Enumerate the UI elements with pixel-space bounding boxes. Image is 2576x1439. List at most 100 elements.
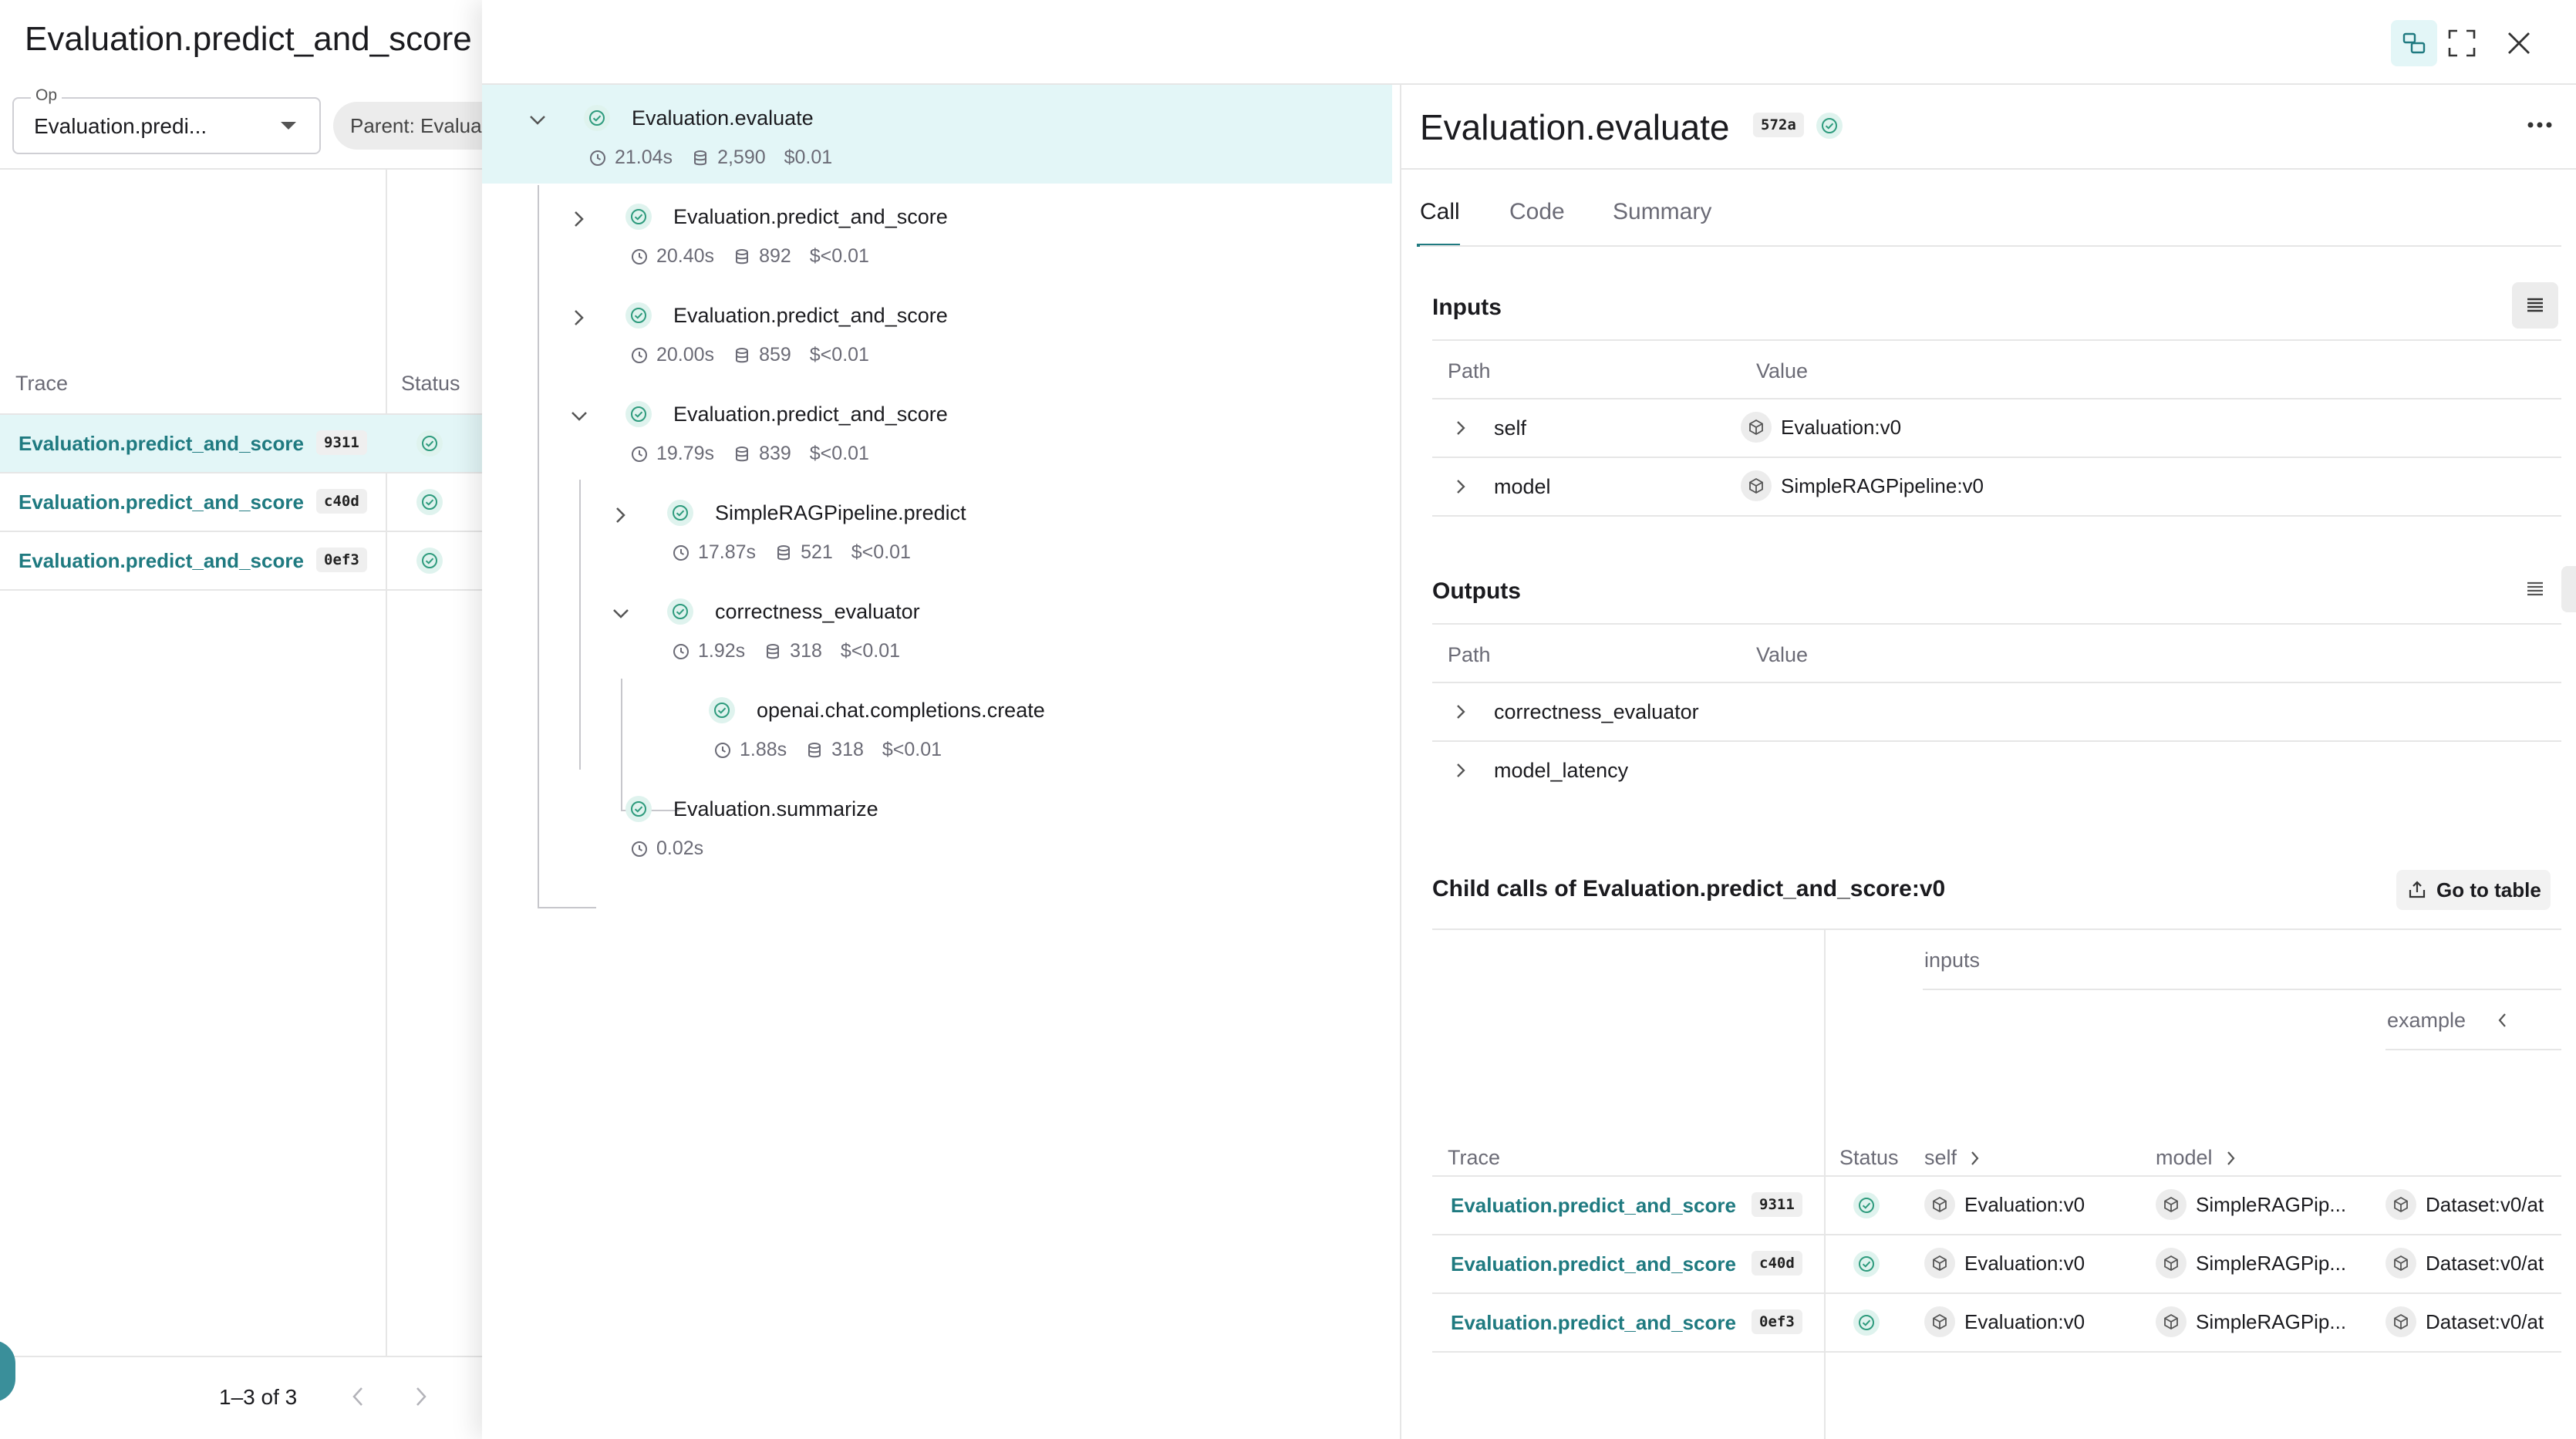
self-cell[interactable]: Evaluation:v0 xyxy=(1924,1306,2085,1337)
model-column-header[interactable]: model xyxy=(2156,1146,2239,1170)
model-cell[interactable]: SimpleRAGPip... xyxy=(2156,1306,2346,1337)
tree-node[interactable]: Evaluation.summarize 0.02s xyxy=(482,776,1392,875)
table-row[interactable]: Evaluation.predict_and_score 0ef3 Evalua… xyxy=(1432,1294,2561,1351)
success-icon xyxy=(416,489,443,515)
path-self: self xyxy=(1494,416,1527,440)
self-column-label: self xyxy=(1924,1146,1957,1169)
table-row[interactable]: Evaluation.predict_and_score 0ef3 xyxy=(0,532,482,589)
floating-action-button[interactable] xyxy=(0,1340,15,1402)
table-row[interactable]: Evaluation.predict_and_score c40d xyxy=(0,473,482,531)
success-icon xyxy=(625,796,652,822)
object-icon xyxy=(1924,1248,1955,1279)
latency: 0.02s xyxy=(656,837,704,859)
output-row[interactable]: correctness_evaluator xyxy=(1432,683,2561,740)
self-column-header[interactable]: self xyxy=(1924,1146,1983,1170)
chevron-right-icon[interactable] xyxy=(609,503,633,527)
success-icon xyxy=(584,105,610,131)
trace-column-header[interactable]: Trace xyxy=(15,372,68,396)
cost: $<0.01 xyxy=(809,344,869,366)
list-view-icon[interactable] xyxy=(2512,566,2558,612)
chevron-right-icon[interactable] xyxy=(2224,1148,2239,1168)
example-cell[interactable]: Dataset:v0/at xyxy=(2385,1248,2544,1279)
chevron-down-icon[interactable] xyxy=(525,108,550,133)
input-row-self[interactable]: self Evaluation:v0 xyxy=(1432,399,2561,457)
self-cell[interactable]: Evaluation:v0 xyxy=(1924,1248,2085,1279)
model-value: SimpleRAGPip... xyxy=(2196,1192,2347,1216)
chevron-right-icon[interactable] xyxy=(567,305,592,330)
input-row-model[interactable]: model SimpleRAGPipeline:v0 xyxy=(1432,458,2561,515)
example-cell[interactable]: Dataset:v0/at xyxy=(2385,1189,2544,1220)
table-row[interactable]: Evaluation.predict_and_score 9311 xyxy=(0,415,482,472)
chevron-down-icon[interactable] xyxy=(567,404,592,429)
token-count: 521 xyxy=(801,541,833,563)
table-row[interactable]: Evaluation.predict_and_score 9311 Evalua… xyxy=(1432,1177,2561,1234)
chevron-right-icon[interactable] xyxy=(1967,1148,1983,1168)
fullscreen-icon[interactable] xyxy=(2445,26,2479,60)
tree-node[interactable]: Evaluation.evaluate 21.04s 2,590 $0.01 xyxy=(482,85,1392,184)
chevron-right-icon[interactable] xyxy=(567,207,592,231)
self-cell[interactable]: Evaluation:v0 xyxy=(1924,1189,2085,1220)
tree-node[interactable]: SimpleRAGPipeline.predict 17.87s 521 $<0… xyxy=(482,480,1392,578)
trace-column-header[interactable]: Trace xyxy=(1448,1146,1500,1170)
example-group-header[interactable]: example xyxy=(2387,1009,2466,1033)
op-select[interactable]: Op Evaluation.predi... xyxy=(12,86,321,154)
tree-node[interactable]: Evaluation.predict_and_score 19.79s 839 … xyxy=(482,381,1392,480)
list-view-icon[interactable] xyxy=(2512,282,2558,329)
output-row[interactable]: model_latency xyxy=(1432,742,2561,799)
table-row[interactable]: Evaluation.predict_and_score c40d Evalua… xyxy=(1432,1235,2561,1292)
self-value: Evaluation:v0 xyxy=(1964,1251,2085,1275)
clock-icon xyxy=(672,544,690,562)
prev-page-icon[interactable] xyxy=(349,1385,369,1408)
row-divider xyxy=(1432,1351,2561,1353)
parent-filter-chip-label: Parent: Evalua xyxy=(350,114,482,137)
expand-rows-icon[interactable] xyxy=(2561,282,2576,329)
trace-link[interactable]: Evaluation.predict_and_score xyxy=(19,490,304,514)
self-value: Evaluation:v0 xyxy=(1964,1309,2085,1333)
child-table-top xyxy=(1432,928,2561,930)
model-cell[interactable]: SimpleRAGPip... xyxy=(2156,1189,2346,1220)
tab-call[interactable]: Call xyxy=(1420,199,1460,225)
token-count: 839 xyxy=(759,443,791,464)
toolbar xyxy=(482,0,2576,83)
chevron-right-icon[interactable] xyxy=(1449,759,1472,782)
example-value: Dataset:v0/at xyxy=(2426,1251,2544,1275)
node-metrics: 17.87s 521 $<0.01 xyxy=(672,541,922,564)
chevron-right-icon[interactable] xyxy=(1449,475,1472,498)
path-model: model xyxy=(1494,475,1551,498)
model-cell[interactable]: SimpleRAGPip... xyxy=(2156,1248,2346,1279)
chevron-right-icon[interactable] xyxy=(1449,416,1472,440)
chevron-left-icon[interactable] xyxy=(2493,1009,2512,1032)
close-icon[interactable] xyxy=(2502,26,2536,60)
next-page-icon[interactable] xyxy=(410,1385,430,1408)
chevron-down-icon xyxy=(279,120,298,131)
tree-node[interactable]: Evaluation.predict_and_score 20.00s 859 … xyxy=(482,282,1392,381)
status-column-header[interactable]: Status xyxy=(401,372,460,396)
success-icon xyxy=(667,598,693,625)
tree-node[interactable]: correctness_evaluator 1.92s 318 $<0.01 xyxy=(482,578,1392,677)
example-cell[interactable]: Dataset:v0/at xyxy=(2385,1306,2544,1337)
expand-rows-icon[interactable] xyxy=(2561,566,2576,612)
tab-summary[interactable]: Summary xyxy=(1613,199,1711,225)
trace-link[interactable]: Evaluation.predict_and_score xyxy=(1451,1194,1736,1218)
clock-icon xyxy=(630,840,649,858)
tree-node[interactable]: Evaluation.predict_and_score 20.40s 892 … xyxy=(482,184,1392,282)
tree-node[interactable]: openai.chat.completions.create 1.88s 318… xyxy=(482,677,1392,776)
more-options-icon[interactable] xyxy=(2526,117,2554,133)
trace-link[interactable]: Evaluation.predict_and_score xyxy=(1451,1311,1736,1335)
split-view-icon[interactable] xyxy=(2391,20,2437,66)
value-self[interactable]: Evaluation:v0 xyxy=(1741,412,1901,443)
divider xyxy=(0,168,482,170)
status-column-header[interactable]: Status xyxy=(1839,1146,1899,1170)
chevron-down-icon[interactable] xyxy=(609,602,633,626)
chevron-right-icon[interactable] xyxy=(1449,700,1472,723)
trace-link[interactable]: Evaluation.predict_and_score xyxy=(1451,1252,1736,1276)
tab-code[interactable]: Code xyxy=(1509,199,1565,225)
cost: $<0.01 xyxy=(851,541,911,563)
path-model-latency: model_latency xyxy=(1494,759,1629,782)
value-model[interactable]: SimpleRAGPipeline:v0 xyxy=(1741,470,1984,501)
success-icon xyxy=(1853,1251,1880,1277)
trace-link[interactable]: Evaluation.predict_and_score xyxy=(19,549,304,573)
trace-link[interactable]: Evaluation.predict_and_score xyxy=(19,432,304,456)
go-to-table-button[interactable]: Go to table xyxy=(2396,870,2551,910)
object-icon xyxy=(2385,1306,2416,1337)
